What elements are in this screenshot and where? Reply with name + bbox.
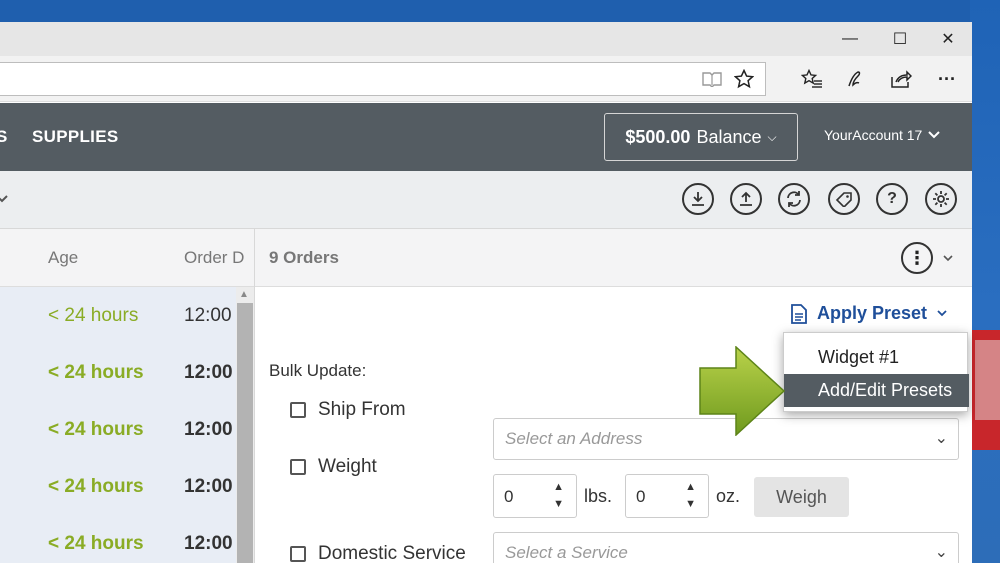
table-row[interactable]: < 24 hours 12:00: [0, 515, 236, 563]
chevron-down-icon: ⌄: [934, 544, 948, 561]
order-date-cell: 12:00: [184, 305, 232, 326]
scrollbar-thumb[interactable]: [237, 303, 253, 563]
apply-preset-button[interactable]: Apply Preset: [791, 303, 947, 324]
chevron-down-icon: ⌵: [767, 129, 777, 144]
oz-unit: oz.: [716, 486, 741, 506]
document-icon: [791, 303, 807, 324]
url-field[interactable]: [0, 62, 766, 96]
refresh-icon[interactable]: [778, 183, 810, 215]
oz-value: 0: [636, 487, 646, 506]
preset-dropdown-menu: Widget #1 Add/Edit Presets: [783, 332, 969, 412]
oz-stepper[interactable]: 0 ▲ ▼: [625, 474, 709, 518]
kebab-menu-icon[interactable]: ⋮: [901, 242, 933, 274]
domestic-service-select[interactable]: Select a Service ⌄: [493, 532, 959, 563]
nav-item-supplies[interactable]: SUPPLIES: [32, 127, 118, 147]
grid-header: Age Order D: [0, 229, 254, 287]
pointer-arrow-icon: [699, 346, 786, 436]
table-row[interactable]: < 24 hours 12:00: [0, 401, 236, 458]
share-icon[interactable]: [886, 64, 916, 94]
grid-rows: < 24 hours 12:00 < 24 hours 12:00 < 24 h…: [0, 287, 236, 563]
age-cell: < 24 hours: [48, 362, 144, 383]
stepper-arrows-icon[interactable]: ▲ ▼: [553, 479, 564, 513]
orders-count: 9 Orders: [269, 248, 339, 267]
bulk-update-title: Bulk Update:: [269, 361, 367, 380]
domestic-service-checkbox[interactable]: [290, 546, 306, 562]
desktop-highlight: [975, 340, 1000, 420]
age-cell: < 24 hours: [48, 476, 144, 497]
close-button[interactable]: ✕: [924, 22, 972, 56]
weight-label: Weight: [318, 456, 377, 477]
balance-amount: $500.00: [625, 126, 691, 147]
lbs-value: 0: [504, 487, 514, 506]
ship-from-checkbox[interactable]: [290, 402, 306, 418]
balance-button[interactable]: $500.00 Balance ⌵: [604, 113, 798, 161]
more-icon[interactable]: ···: [932, 64, 962, 94]
table-row[interactable]: < 24 hours 12:00: [0, 287, 236, 344]
stepper-arrows-icon[interactable]: ▲ ▼: [685, 479, 696, 513]
chevron-down-icon[interactable]: [943, 255, 953, 262]
weight-checkbox[interactable]: [290, 459, 306, 475]
pen-notes-icon[interactable]: [841, 64, 871, 94]
table-row[interactable]: < 24 hours 12:00: [0, 458, 236, 515]
chevron-down-icon: ⌄: [934, 430, 948, 447]
settings-icon[interactable]: [925, 183, 957, 215]
label-icon[interactable]: [828, 183, 860, 215]
apply-preset-label: Apply Preset: [817, 303, 928, 323]
download-icon[interactable]: [682, 183, 714, 215]
domestic-service-label: Domestic Service: [318, 543, 466, 563]
column-header-order-date[interactable]: Order D: [184, 248, 244, 268]
desktop-background: [970, 0, 1000, 563]
column-header-age[interactable]: Age: [48, 248, 78, 268]
service-placeholder: Select a Service: [505, 543, 628, 562]
title-bar: — ☐ ✕: [0, 22, 972, 56]
age-cell: < 24 hours: [48, 305, 139, 326]
lbs-stepper[interactable]: 0 ▲ ▼: [493, 474, 577, 518]
maximize-button[interactable]: ☐: [876, 22, 924, 56]
table-row[interactable]: < 24 hours 12:00: [0, 344, 236, 401]
chevron-down-icon: [937, 310, 947, 317]
favorite-star-icon[interactable]: [729, 64, 759, 94]
favorites-hub-icon[interactable]: [797, 64, 827, 94]
lbs-unit: lbs.: [584, 486, 613, 506]
preset-item-widget-1[interactable]: Widget #1: [784, 341, 969, 374]
orders-grid: Age Order D < 24 hours 12:00 < 24 hours …: [0, 229, 254, 563]
action-toolbar: ?: [0, 171, 972, 229]
app-header: S SUPPLIES $500.00 Balance ⌵ YourAccount…: [0, 103, 972, 171]
chevron-down-icon[interactable]: [0, 195, 8, 203]
scroll-up-icon[interactable]: ▲: [239, 289, 249, 300]
age-cell: < 24 hours: [48, 419, 144, 440]
order-date-cell: 12:00: [184, 362, 233, 383]
preset-item-add-edit[interactable]: Add/Edit Presets: [784, 374, 969, 407]
ship-from-placeholder: Select an Address: [505, 429, 643, 448]
grid-scrollbar[interactable]: ▲: [236, 287, 254, 563]
help-icon[interactable]: ?: [876, 183, 908, 215]
address-bar-row: ···: [0, 56, 972, 102]
order-date-cell: 12:00: [184, 419, 233, 440]
age-cell: < 24 hours: [48, 533, 144, 554]
order-date-cell: 12:00: [184, 533, 233, 554]
weigh-button[interactable]: Weigh: [754, 477, 849, 517]
orders-header: 9 Orders ⋮: [255, 229, 972, 287]
minimize-button[interactable]: —: [826, 22, 874, 56]
upload-icon[interactable]: [730, 183, 762, 215]
account-menu[interactable]: YourAccount 17: [824, 127, 941, 143]
ship-from-label: Ship From: [318, 399, 406, 420]
account-name: YourAccount 17: [824, 127, 923, 143]
reading-view-icon[interactable]: [697, 64, 727, 94]
nav-item-partial[interactable]: S: [0, 127, 7, 147]
browser-window: — ☐ ✕ ··· S SUPPLIES $500.00 Balance ⌵ Y…: [0, 22, 972, 563]
order-date-cell: 12:00: [184, 476, 233, 497]
chevron-down-icon: [928, 131, 941, 139]
balance-label: Balance: [696, 126, 762, 147]
